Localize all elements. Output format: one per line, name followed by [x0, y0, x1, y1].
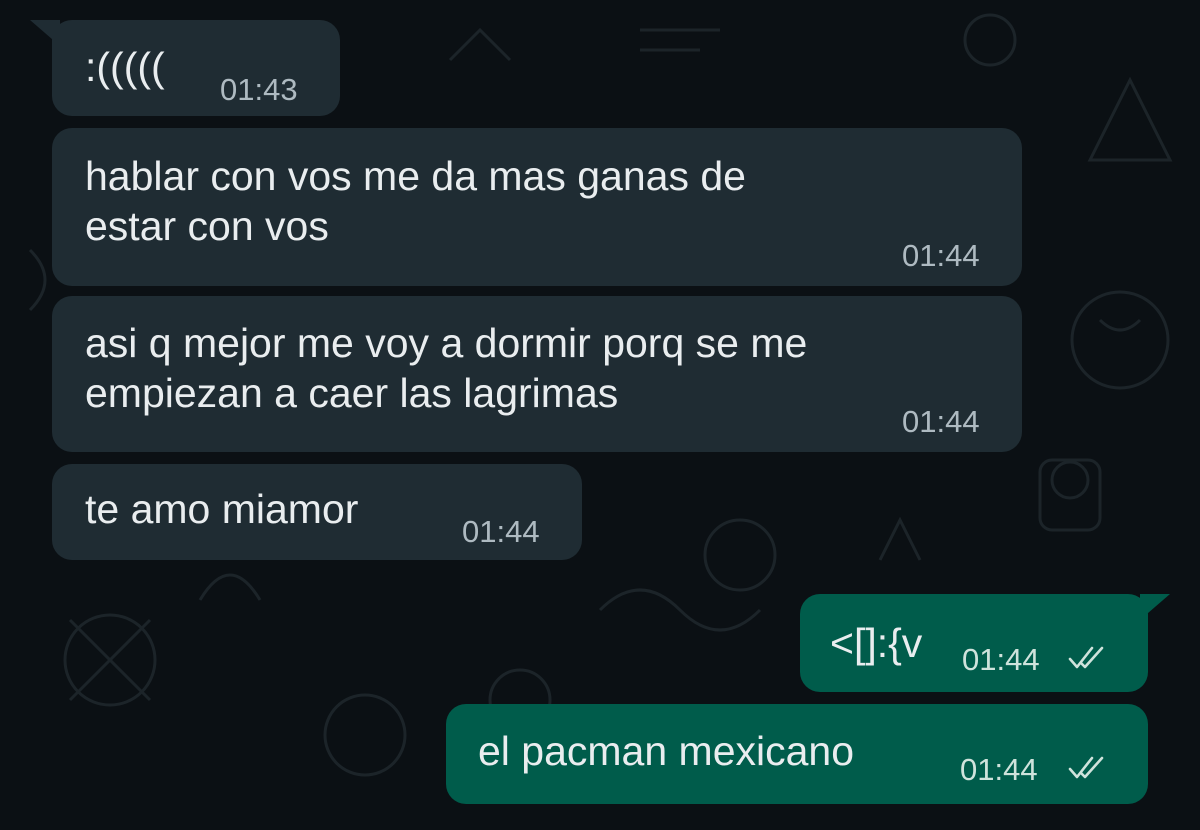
- message-text: te amo miamor: [85, 486, 359, 532]
- message-text: hablar con vos me da mas ganas de estar …: [85, 153, 746, 249]
- message-timestamp: 01:44: [960, 752, 1038, 787]
- message-timestamp: 01:44: [902, 238, 980, 273]
- message-timestamp: 01:44: [902, 404, 980, 439]
- message-timestamp: 01:43: [220, 72, 298, 107]
- outgoing-message-bubble[interactable]: <[]:{v 01:44: [800, 594, 1170, 692]
- message-text: el pacman mexicano: [478, 728, 855, 774]
- incoming-message-bubble[interactable]: hablar con vos me da mas ganas de estar …: [52, 128, 1022, 286]
- outgoing-message-bubble[interactable]: el pacman mexicano 01:44: [446, 704, 1148, 804]
- double-check-icon: [1068, 646, 1104, 669]
- bubble-tail: [30, 20, 60, 46]
- message-timestamp: 01:44: [962, 642, 1040, 677]
- incoming-message-bubble[interactable]: asi q mejor me voy a dormir porq se me e…: [52, 296, 1022, 452]
- message-text: <[]:{v: [830, 620, 923, 666]
- incoming-message-bubble[interactable]: :((((( 01:43: [30, 20, 340, 116]
- message-text: asi q mejor me voy a dormir porq se me e…: [85, 320, 808, 416]
- bubble-tail: [1140, 594, 1170, 620]
- message-text: :(((((: [85, 44, 165, 90]
- double-check-icon: [1068, 756, 1104, 779]
- message-timestamp: 01:44: [462, 514, 540, 549]
- incoming-message-bubble[interactable]: te amo miamor 01:44: [52, 464, 582, 560]
